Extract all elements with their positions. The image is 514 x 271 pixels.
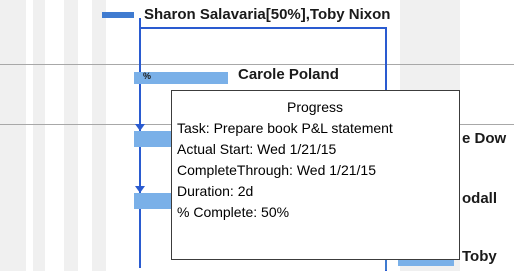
percent-complete-icon: % [143, 71, 152, 81]
summary-task-bar[interactable] [102, 12, 134, 18]
tooltip-task-name: Task: Prepare book P&L statement [177, 120, 393, 136]
summary-resource-label: Sharon Salavaria[50%],Toby Nixon [144, 6, 391, 23]
task-resource-label: odall [462, 190, 498, 207]
row-divider [0, 64, 514, 65]
task-resource-label: e Dow [462, 130, 507, 147]
dependency-line [139, 27, 387, 29]
tooltip-percent-complete: % Complete: 50% [177, 204, 290, 220]
tooltip-title: Progress [286, 99, 344, 115]
tooltip-complete-through: CompleteThrough: Wed 1/21/15 [177, 162, 376, 178]
task-resource-label: Carole Poland [238, 66, 339, 83]
dependency-arrow-icon [135, 186, 145, 193]
tooltip-actual-start: Actual Start: Wed 1/21/15 [177, 141, 337, 157]
gantt-chart-area: Sharon Salavaria[50%],Toby Nixon % Carol… [0, 0, 514, 271]
nonworking-day-column [33, 0, 45, 271]
nonworking-day-column [92, 0, 106, 271]
dependency-arrow-icon [135, 124, 145, 131]
task-resource-label: Toby [462, 248, 497, 265]
tooltip-duration: Duration: 2d [177, 183, 254, 199]
nonworking-day-column [64, 0, 78, 271]
task-bar[interactable] [134, 193, 174, 209]
nonworking-day-column [0, 0, 26, 271]
progress-tooltip: Progress Task: Prepare book P&L statemen… [171, 90, 460, 260]
task-bar[interactable] [134, 131, 174, 147]
